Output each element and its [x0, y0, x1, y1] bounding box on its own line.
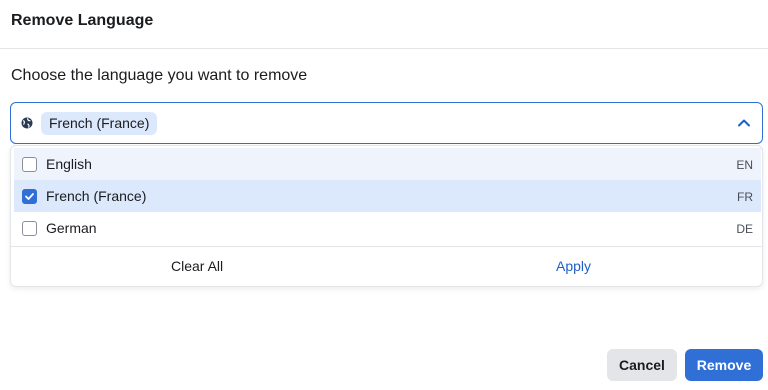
option-english[interactable]: English EN — [14, 148, 761, 180]
option-german[interactable]: German DE — [14, 212, 761, 244]
option-french-france[interactable]: French (France) FR — [14, 180, 761, 212]
option-label: English — [46, 156, 92, 172]
checkmark-icon — [25, 193, 34, 200]
language-select[interactable]: French (France) — [10, 102, 763, 144]
clear-all-button[interactable]: Clear All — [171, 258, 223, 274]
apply-button[interactable]: Apply — [556, 258, 591, 274]
cancel-button[interactable]: Cancel — [607, 349, 677, 381]
option-code: EN — [736, 158, 753, 172]
option-code: DE — [736, 222, 753, 236]
dropdown-divider — [11, 246, 762, 247]
option-code: FR — [737, 190, 753, 204]
checkbox-english[interactable] — [22, 157, 37, 172]
option-label: French (France) — [46, 188, 147, 204]
dialog-title: Remove Language — [11, 12, 154, 29]
checkbox-french-france[interactable] — [22, 189, 37, 204]
dialog-header: Remove Language — [0, 0, 768, 49]
option-label: German — [46, 220, 97, 236]
remove-button[interactable]: Remove — [685, 349, 763, 381]
checkbox-german[interactable] — [22, 221, 37, 236]
globe-icon — [21, 117, 33, 129]
chevron-up-icon[interactable] — [736, 115, 752, 131]
language-dropdown: English EN French (France) FR German DE … — [10, 145, 763, 287]
selected-language-chip[interactable]: French (France) — [41, 112, 158, 135]
dialog-prompt: Choose the language you want to remove — [11, 67, 308, 84]
